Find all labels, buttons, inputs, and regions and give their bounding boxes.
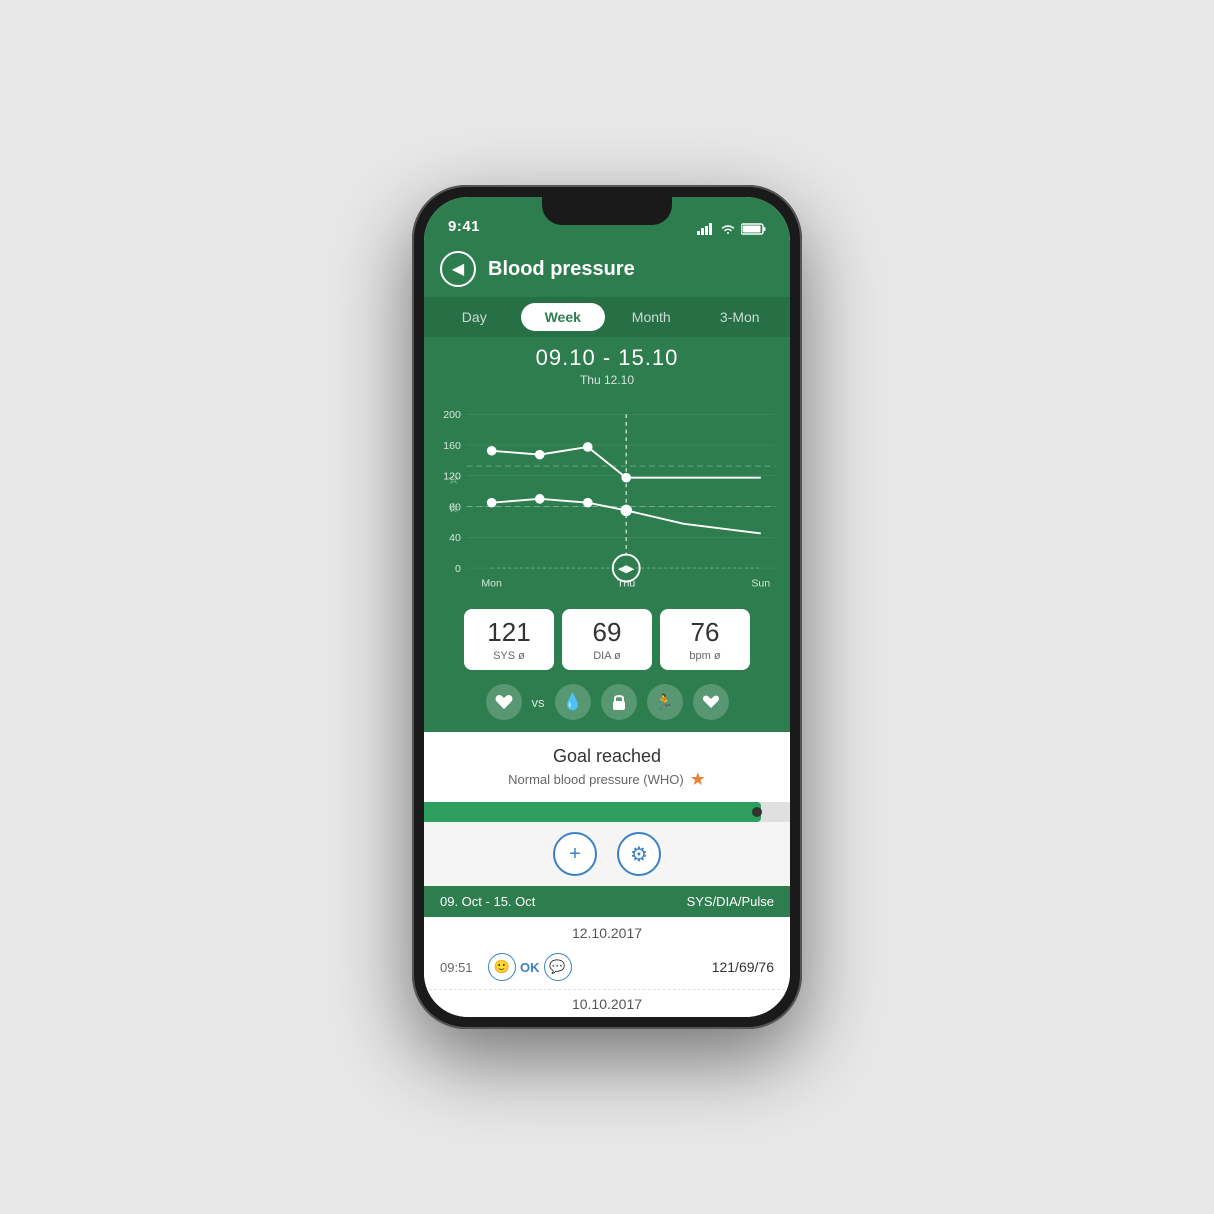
lock-icon[interactable] (601, 684, 637, 720)
sys-label: SYS ø (484, 650, 534, 662)
stat-bpm: 76 bpm ø (660, 609, 750, 670)
dia-label: DIA ø (582, 650, 632, 662)
goal-subtitle: Normal blood pressure (WHO) ★ (440, 769, 774, 790)
water-icon[interactable]: 💧 (555, 684, 591, 720)
back-button[interactable]: ◀ (440, 251, 476, 287)
settings-icon: ⚙ (630, 842, 648, 867)
tab-day[interactable]: Day (432, 303, 517, 331)
tab-week[interactable]: Week (521, 303, 606, 331)
svg-text:Mon: Mon (481, 577, 502, 589)
page-title: Blood pressure (488, 258, 635, 281)
back-icon: ◀ (452, 259, 464, 279)
stats-row: 121 SYS ø 69 DIA ø 76 bpm ø (424, 599, 790, 680)
app-header: ◀ Blood pressure (424, 241, 790, 297)
chart-section: 09.10 - 15.10 Thu 12.10 200 160 120 80 4… (424, 337, 790, 599)
svg-text:◀▶: ◀▶ (618, 563, 635, 575)
svg-text:160: 160 (443, 440, 461, 452)
wifi-icon (720, 223, 736, 235)
goal-title: Goal reached (440, 746, 774, 767)
tab-3mon[interactable]: 3-Mon (698, 303, 783, 331)
list-columns: SYS/DIA/Pulse (687, 894, 774, 909)
add-icon: + (569, 843, 581, 866)
chart-container[interactable]: 200 160 120 80 40 0 ☆ ☆ (424, 395, 790, 595)
entry-value: 121/69/76 (712, 959, 774, 975)
battery-icon (741, 223, 766, 235)
stat-dia: 69 DIA ø (562, 609, 652, 670)
date-divider-1: 12.10.2017 (424, 917, 790, 945)
action-row: + ⚙ (424, 822, 790, 886)
sys-value: 121 (484, 617, 534, 648)
stat-sys: 121 SYS ø (464, 609, 554, 670)
svg-text:40: 40 (449, 532, 461, 544)
entry-icons: 🙂 OK 💬 (488, 953, 572, 981)
chat-icon[interactable]: 💬 (544, 953, 572, 981)
list-date-range: 09. Oct - 15. Oct (440, 894, 535, 909)
dia-value: 69 (582, 617, 632, 648)
add-button[interactable]: + (553, 832, 597, 876)
svg-text:Sun: Sun (751, 577, 770, 589)
date-divider-2: 10.10.2017 (424, 990, 790, 1016)
status-time: 9:41 (448, 218, 480, 235)
svg-text:200: 200 (443, 409, 461, 421)
svg-text:☆: ☆ (447, 471, 459, 486)
progress-fill (424, 802, 761, 822)
bpm-value: 76 (680, 617, 730, 648)
vs-text: vs (532, 695, 545, 710)
svg-text:0: 0 (455, 563, 461, 575)
heartbeat-icon[interactable] (486, 684, 522, 720)
status-icons (697, 223, 766, 235)
phone-frame: 9:41 (412, 185, 802, 1029)
progress-bar-container (424, 798, 790, 822)
vs-row: vs 💧 🏃 (424, 680, 790, 732)
signal-icon (697, 223, 715, 235)
goal-section: Goal reached Normal blood pressure (WHO)… (424, 732, 790, 798)
list-section: 12.10.2017 09:51 🙂 OK 💬 121/69/76 10.10.… (424, 917, 790, 1017)
run-icon[interactable]: 🏃 (647, 684, 683, 720)
phone-screen: 9:41 (424, 197, 790, 1017)
table-row[interactable]: 09:51 🙂 OK 💬 121/69/76 (424, 945, 790, 990)
list-header: 09. Oct - 15. Oct SYS/DIA/Pulse (424, 886, 790, 917)
bpm-label: bpm ø (680, 650, 730, 662)
entry-time: 09:51 (440, 960, 480, 975)
smiley-icon[interactable]: 🙂 (488, 953, 516, 981)
phone-notch (542, 197, 672, 225)
chart-svg: 200 160 120 80 40 0 ☆ ☆ (434, 395, 780, 595)
goal-star-icon: ★ (690, 769, 706, 790)
date-range: 09.10 - 15.10 (424, 345, 790, 371)
ok-label: OK (520, 960, 540, 975)
tabs-row: Day Week Month 3-Mon (424, 297, 790, 337)
progress-dot (752, 807, 762, 817)
settings-button[interactable]: ⚙ (617, 832, 661, 876)
tab-month[interactable]: Month (609, 303, 694, 331)
progress-track (424, 802, 790, 822)
heart-icon[interactable] (693, 684, 729, 720)
svg-text:☆: ☆ (447, 500, 459, 515)
date-sub: Thu 12.10 (424, 373, 790, 387)
